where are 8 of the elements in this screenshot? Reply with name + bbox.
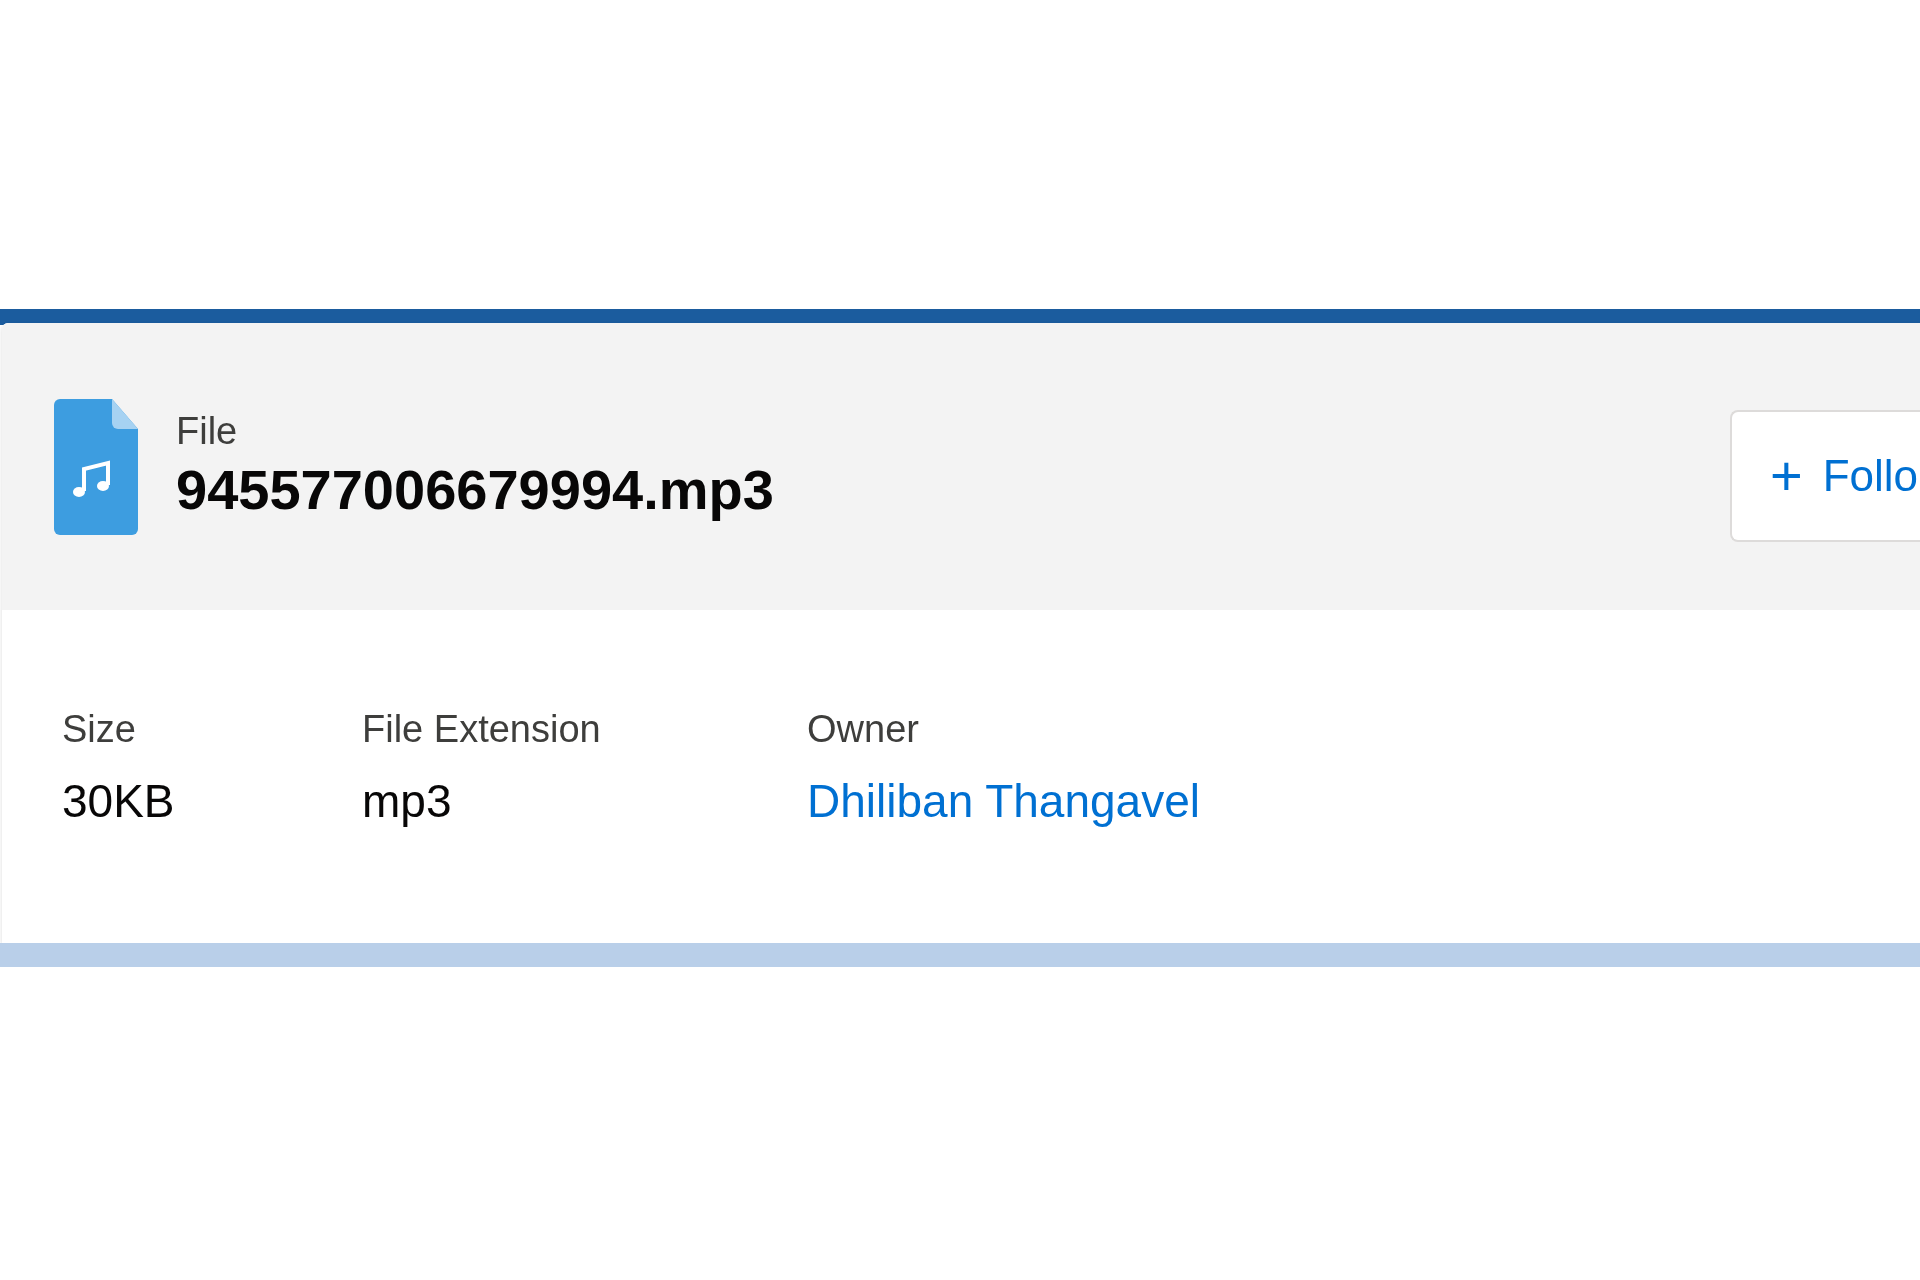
follow-button[interactable]: + Follo [1730,409,1920,542]
field-label: Owner [807,710,920,748]
file-title: 945577006679994.mp3 [176,457,774,524]
field-label: Size [62,710,137,748]
field-label: File Extension [362,710,602,748]
field-value: 30KB [62,778,176,824]
music-file-icon [54,398,138,535]
object-type-label: File [176,408,239,454]
